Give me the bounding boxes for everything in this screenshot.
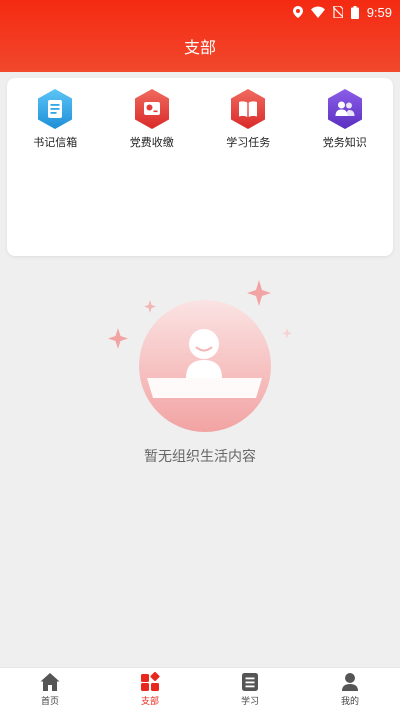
grid-item-party-knowledge[interactable]: 党务知识 bbox=[297, 88, 393, 150]
grid-item-label: 党务知识 bbox=[322, 136, 367, 149]
function-grid: 书记信箱 党费收缴 学习任务 党务知识 bbox=[7, 78, 393, 150]
header-bar: 9:59 支部 bbox=[0, 0, 400, 72]
tab-label: 首页 bbox=[40, 697, 59, 707]
tab-profile[interactable]: 我的 bbox=[300, 668, 400, 711]
branch-icon bbox=[141, 672, 160, 691]
tab-label: 支部 bbox=[140, 697, 159, 707]
study-icon bbox=[242, 673, 258, 691]
grid-item-study-task[interactable]: 学习任务 bbox=[200, 88, 296, 150]
party-fee-icon bbox=[133, 88, 171, 130]
mailbox-icon bbox=[36, 88, 74, 130]
grid-item-label: 党费收缴 bbox=[129, 136, 174, 149]
location-icon bbox=[292, 6, 303, 18]
tab-label: 学习 bbox=[240, 697, 259, 707]
tab-study[interactable]: 学习 bbox=[200, 668, 300, 711]
page-title: 支部 bbox=[183, 38, 216, 57]
bottom-tab-bar: 首页 支部 学习 我的 bbox=[0, 667, 400, 711]
status-time: 9:59 bbox=[366, 4, 392, 20]
tab-label: 我的 bbox=[340, 697, 359, 707]
empty-illustration bbox=[108, 280, 292, 432]
battery-icon bbox=[350, 5, 359, 19]
profile-icon bbox=[342, 673, 358, 691]
grid-item-label: 书记信箱 bbox=[33, 136, 78, 149]
grid-item-secretary-mailbox[interactable]: 书记信箱 bbox=[7, 88, 103, 150]
book-icon bbox=[229, 88, 267, 130]
home-icon bbox=[40, 673, 60, 691]
grid-item-label: 学习任务 bbox=[226, 136, 271, 149]
people-icon bbox=[326, 88, 364, 130]
no-sim-icon bbox=[332, 6, 343, 18]
tab-branch[interactable]: 支部 bbox=[100, 668, 200, 711]
grid-item-party-fee[interactable]: 党费收缴 bbox=[104, 88, 200, 150]
status-bar: 9:59 bbox=[292, 4, 392, 20]
tab-home[interactable]: 首页 bbox=[0, 668, 100, 711]
function-card: 书记信箱 党费收缴 学习任务 党务知识 bbox=[7, 78, 393, 256]
wifi-icon bbox=[310, 6, 325, 18]
empty-message: 暂无组织生活内容 bbox=[144, 449, 256, 465]
